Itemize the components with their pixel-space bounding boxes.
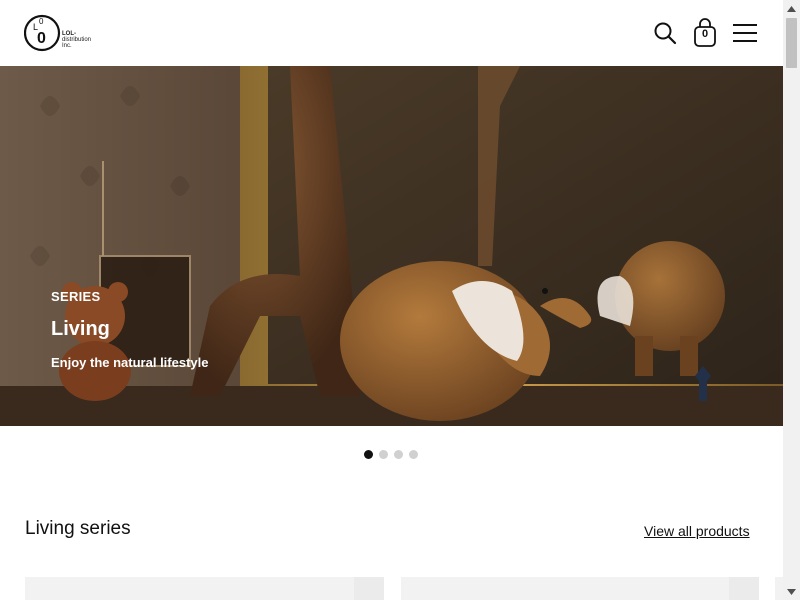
product-card-badge [729,577,759,600]
site-logo[interactable]: L 0 0 LOL- distribution Inc. [24,13,98,53]
logo-line-3: Inc. [62,43,72,49]
slide-dot-2[interactable] [379,450,388,459]
cart-count: 0 [701,28,709,40]
search-icon [654,22,677,45]
menu-button[interactable] [731,17,759,49]
svg-text:0: 0 [39,17,44,26]
hero-image [0,66,783,426]
scrollbar-thumb[interactable] [786,18,797,68]
hero-slide[interactable]: SERIES Living Enjoy the natural lifestyl… [0,66,783,426]
site-header: L 0 0 LOL- distribution Inc. 0 [0,0,783,66]
slideshow-pagination [364,450,418,459]
slide-dot-4[interactable] [409,450,418,459]
slide-dot-3[interactable] [394,450,403,459]
hero-subtitle: Enjoy the natural lifestyle [51,355,209,370]
product-card[interactable] [401,577,759,600]
slide-dot-1[interactable] [364,450,373,459]
svg-text:0: 0 [37,30,46,47]
scroll-up-button[interactable] [783,0,800,17]
search-button[interactable] [651,17,679,49]
logo-text: LOL- distribution Inc. [62,31,91,49]
hero-caption: SERIES Living Enjoy the natural lifestyl… [51,289,209,370]
cart-button[interactable]: 0 [691,17,719,49]
product-card[interactable] [775,577,783,600]
hero-title: Living [51,318,110,340]
scroll-down-button[interactable] [783,583,800,600]
product-card[interactable] [25,577,384,600]
view-all-products-link[interactable]: View all products [644,523,750,539]
hero-kicker: SERIES [51,289,101,304]
hamburger-menu-icon [733,24,757,42]
section-title: Living series [25,518,131,539]
page-scrollbar[interactable] [783,0,800,600]
product-card-badge [354,577,384,600]
chevron-up-icon [787,5,796,12]
chevron-down-icon [787,588,796,595]
